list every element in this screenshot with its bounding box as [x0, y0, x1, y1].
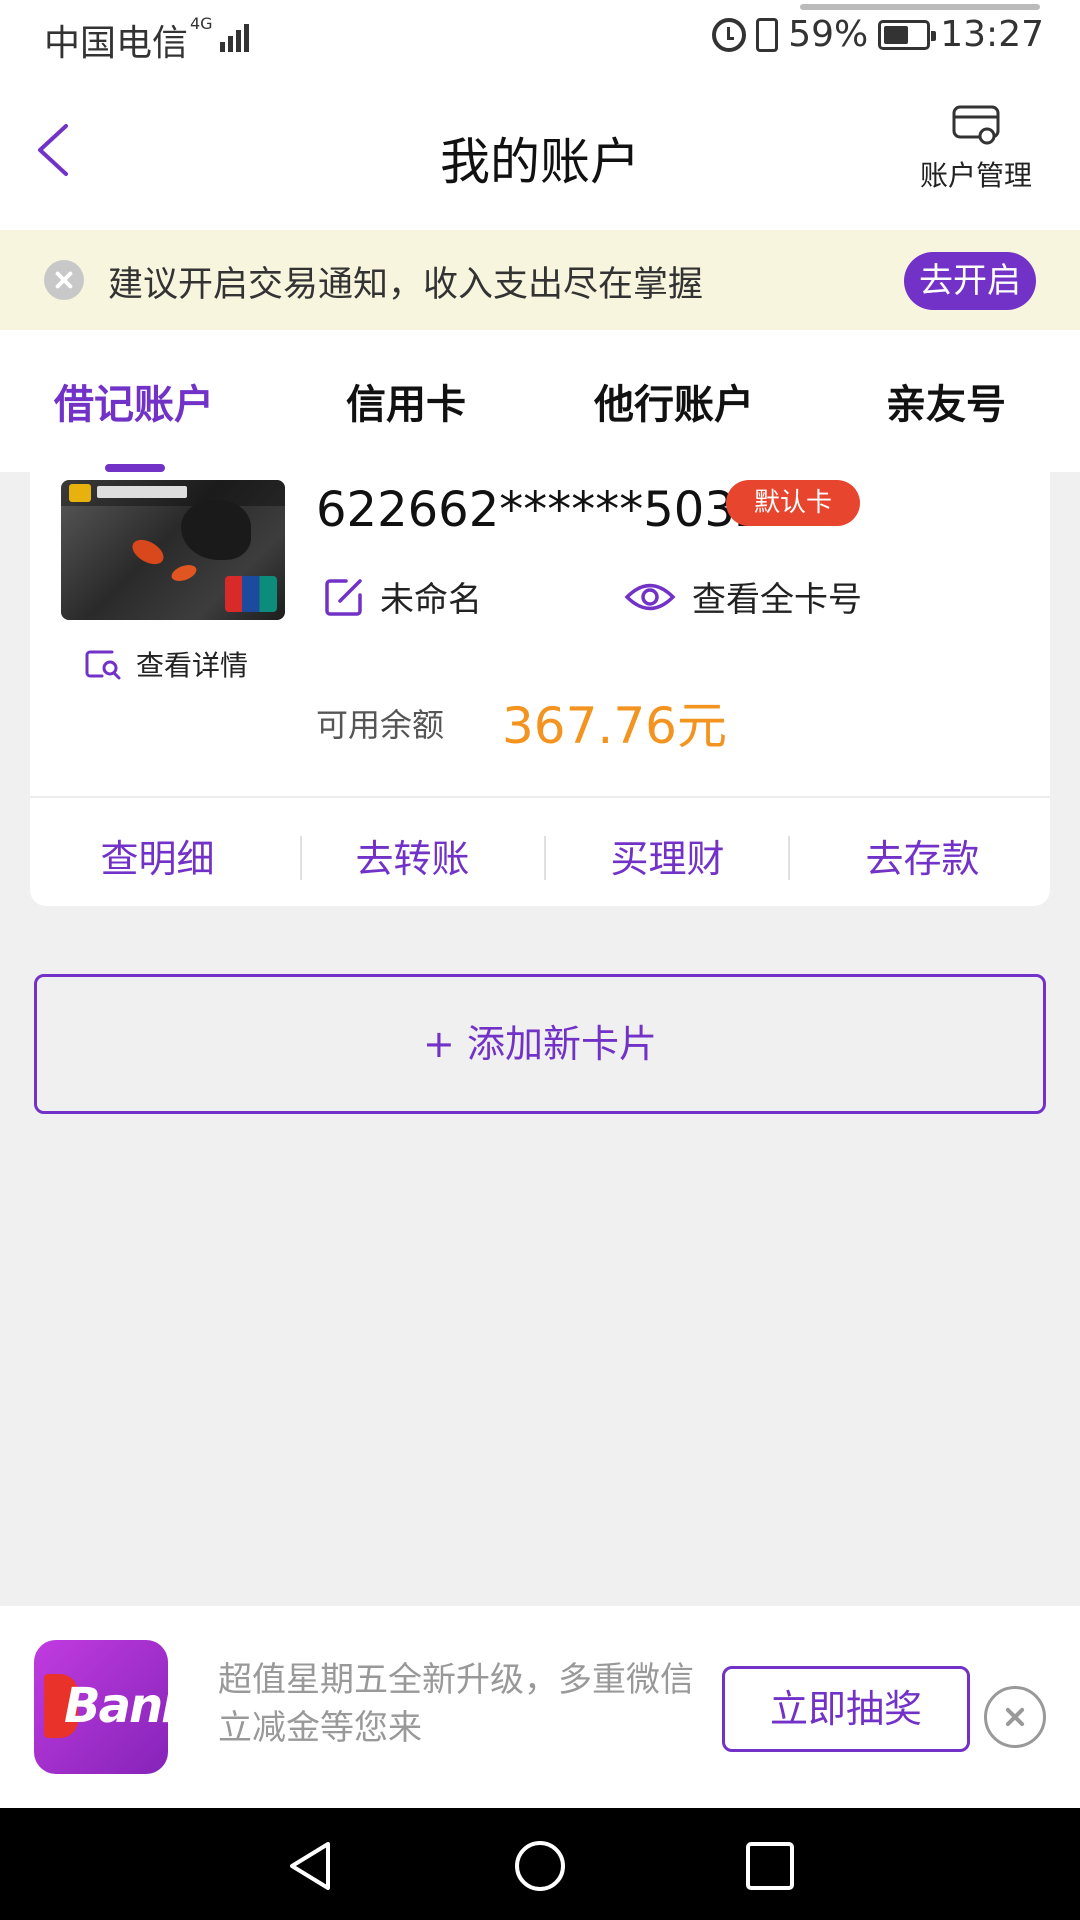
home-circle-icon[interactable] [512, 1838, 568, 1894]
bank-card-image[interactable] [61, 480, 285, 620]
card-actions: 查明细 去转账 买理财 去存款 [30, 798, 1050, 906]
enable-notification-button[interactable]: 去开启 [904, 252, 1036, 310]
view-full-number-button[interactable]: 查看全卡号 [624, 572, 862, 621]
nav-bar: 我的账户 账户管理 [0, 76, 1080, 230]
tab-indicator [105, 464, 165, 472]
tab-debit[interactable]: 借记账户 [54, 372, 214, 430]
status-bar: 中国电信 4G 59% 13:27 [0, 0, 1080, 76]
edit-icon [325, 578, 362, 616]
battery-percent: 59% [788, 14, 869, 55]
back-triangle-icon[interactable] [282, 1838, 338, 1894]
promo-text: 超值星期五全新升级，多重微信立减金等您来 [218, 1660, 694, 1748]
account-management-button[interactable]: 账户管理 [916, 104, 1036, 194]
bank-app-icon[interactable]: Bank [34, 1640, 193, 1774]
recents-square-icon[interactable] [742, 1838, 798, 1894]
notification-banner: 建议开启交易通知，收入支出尽在掌握 去开启 [0, 230, 1080, 330]
card-panel: 622662******5032 默认卡 未命名 查看全卡号 查看详情 可用余额… [30, 472, 1050, 906]
carrier-name: 中国电信 [44, 23, 189, 64]
account-management-label: 账户管理 [919, 159, 1032, 192]
close-icon[interactable] [984, 1686, 1046, 1748]
view-full-number-label: 查看全卡号 [692, 580, 862, 620]
eye-icon [624, 583, 676, 610]
rename-card-button[interactable]: 未命名 [324, 572, 482, 621]
promo-banner: Bank 超值星期五全新升级，多重微信立减金等您来 立即抽奖 [0, 1606, 1080, 1808]
tab-other-bank[interactable]: 他行账户 [594, 372, 754, 430]
card-alias: 未命名 [380, 580, 482, 620]
app-icon-text: Bank [64, 1678, 193, 1734]
tab-credit-card[interactable]: 信用卡 [346, 372, 466, 430]
gesture-handle [800, 4, 1040, 10]
clock: 13:27 [940, 14, 1044, 55]
card-settings-icon [952, 105, 1000, 145]
balance-label: 可用余额 [316, 706, 445, 744]
default-card-badge: 默认卡 [726, 480, 860, 526]
unionpay-logo-icon [225, 576, 277, 612]
buy-wealth-products-button[interactable]: 买理财 [540, 828, 795, 883]
system-navigation-bar [0, 1808, 1080, 1920]
vibrate-icon [756, 17, 779, 52]
signal-icon: 4G [190, 16, 249, 52]
card-search-icon [85, 650, 121, 680]
bank-logo-icon [69, 484, 91, 502]
network-type: 4G [190, 14, 213, 33]
view-details-button[interactable]: 查看详情 [84, 644, 248, 684]
view-details-label: 查看详情 [136, 649, 249, 682]
transfer-button[interactable]: 去转账 [285, 828, 540, 883]
draw-lottery-button[interactable]: 立即抽奖 [722, 1666, 970, 1752]
add-card-button[interactable]: + 添加新卡片 [34, 974, 1046, 1114]
account-tabs: 借记账户 信用卡 他行账户 亲友号 [0, 330, 1080, 472]
transaction-details-button[interactable]: 查明细 [30, 828, 285, 883]
tab-family[interactable]: 亲友号 [886, 372, 1006, 430]
alarm-icon [712, 17, 747, 52]
close-icon[interactable] [44, 260, 84, 300]
notice-text: 建议开启交易通知，收入支出尽在掌握 [108, 265, 704, 305]
card-number: 622662******5032 [316, 482, 766, 538]
battery-icon [878, 19, 937, 50]
divider [788, 836, 790, 880]
deposit-button[interactable]: 去存款 [795, 828, 1050, 883]
balance-value: 367.76元 [502, 697, 727, 755]
